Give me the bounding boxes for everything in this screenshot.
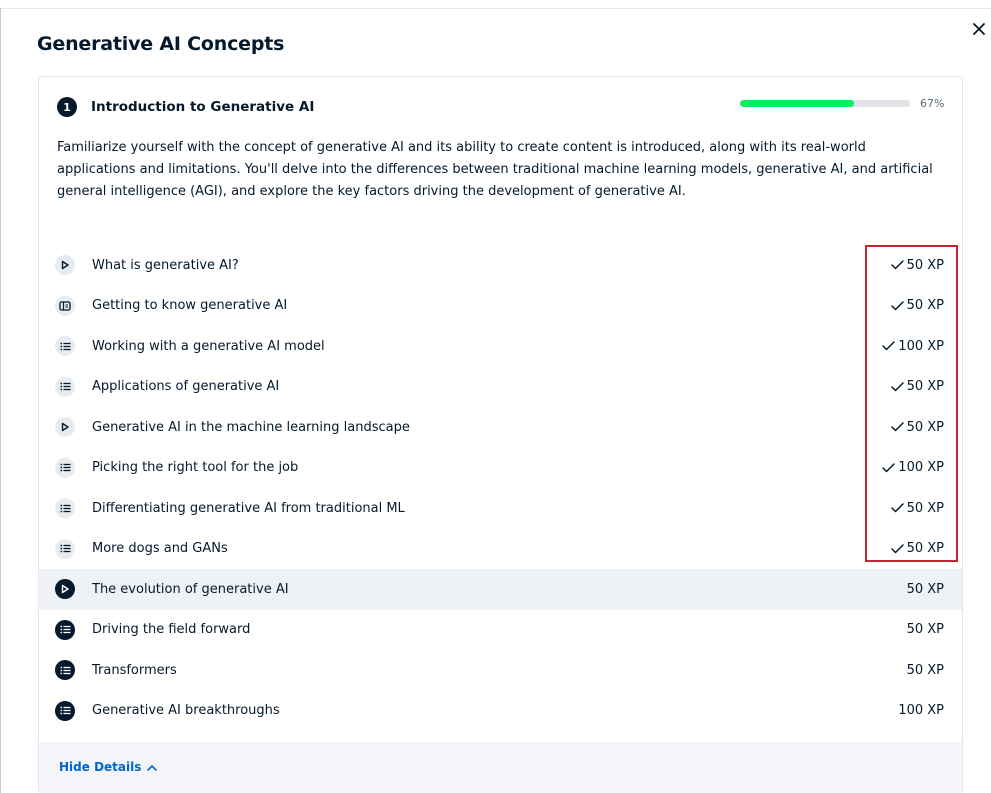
- hide-details-label: Hide Details: [59, 760, 142, 774]
- exercise-icon: [55, 498, 75, 519]
- lesson-xp: 50 XP: [907, 582, 944, 597]
- lesson-title: Generative AI in the machine learning la…: [92, 419, 410, 435]
- exercise-icon: [55, 538, 75, 559]
- lesson-title: Driving the field forward: [92, 622, 251, 638]
- video-icon: [55, 579, 75, 600]
- lesson-row[interactable]: Getting to know generative AI 50 XP: [39, 286, 962, 327]
- lesson-xp-value: 50 XP: [906, 662, 944, 678]
- lesson-xp-value: 50 XP: [906, 581, 944, 597]
- exercise-icon: [55, 700, 75, 721]
- slides-icon: [55, 295, 75, 316]
- exercise-icon: [55, 457, 75, 478]
- progress-percent-label: 67%: [920, 96, 945, 110]
- lesson-title: The evolution of generative AI: [92, 581, 289, 597]
- checkmark-icon: [890, 260, 904, 270]
- lesson-xp: 50 XP: [890, 257, 944, 273]
- lesson-xp: 50 XP: [890, 500, 944, 516]
- lesson-title: Applications of generative AI: [92, 379, 280, 395]
- lesson-title: Picking the right tool for the job: [92, 460, 299, 476]
- close-button[interactable]: [968, 17, 990, 41]
- lesson-xp: 50 XP: [890, 419, 944, 435]
- lesson-title: What is generative AI?: [92, 257, 239, 273]
- lesson-list: What is generative AI? 50 XP Getting to kn…: [39, 245, 962, 731]
- lesson-xp-value: 50 XP: [906, 379, 944, 395]
- lesson-row[interactable]: What is generative AI? 50 XP: [39, 245, 962, 286]
- close-icon: [973, 23, 985, 35]
- progress-fill: [740, 99, 854, 107]
- lesson-row[interactable]: Transformers 50 XP: [39, 650, 962, 691]
- lesson-xp: 100 XP: [898, 703, 944, 718]
- hide-details-button[interactable]: Hide Details: [59, 760, 158, 774]
- chapter-title: Introduction to Generative AI: [91, 99, 315, 115]
- exercise-icon: [55, 619, 75, 640]
- lesson-xp-value: 50 XP: [906, 622, 944, 638]
- lesson-row[interactable]: Applications of generative AI 50 XP: [39, 367, 962, 408]
- checkmark-icon: [890, 422, 904, 432]
- lesson-xp: 50 XP: [907, 663, 944, 678]
- lesson-xp: 100 XP: [882, 339, 944, 354]
- video-icon: [55, 255, 75, 276]
- checkmark-icon: [882, 463, 896, 473]
- modal-title: Generative AI Concepts: [37, 33, 285, 55]
- lesson-xp-value: 50 XP: [906, 500, 944, 516]
- lesson-xp-value: 100 XP: [898, 338, 944, 354]
- lesson-xp-value: 50 XP: [906, 541, 944, 557]
- lesson-title: Generative AI breakthroughs: [92, 703, 280, 719]
- lesson-row[interactable]: Generative AI breakthroughs 100 XP: [39, 691, 962, 732]
- lesson-xp: 100 XP: [882, 460, 944, 475]
- progress-track: [740, 99, 910, 107]
- exercise-icon: [55, 376, 75, 397]
- modal-left-border: [0, 8, 1, 793]
- checkmark-icon: [890, 503, 904, 513]
- checkmark-icon: [890, 382, 904, 392]
- chapter-progress: 67%: [740, 96, 945, 110]
- checkmark-icon: [890, 301, 904, 311]
- lesson-xp-value: 50 XP: [906, 419, 944, 435]
- lesson-title: Transformers: [92, 662, 177, 678]
- card-footer: Hide Details: [39, 742, 962, 793]
- chapter-header: 1 Introduction to Generative AI: [57, 97, 314, 117]
- video-icon: [55, 417, 75, 438]
- lesson-row[interactable]: More dogs and GANs 50 XP: [39, 529, 962, 570]
- lesson-row[interactable]: Picking the right tool for the job 100 XP: [39, 448, 962, 489]
- lesson-title: Getting to know generative AI: [92, 298, 288, 314]
- exercise-icon: [55, 660, 75, 681]
- chevron-up-icon: [147, 764, 158, 771]
- lesson-xp: 50 XP: [890, 541, 944, 557]
- lesson-row[interactable]: Differentiating generative AI from tradi…: [39, 488, 962, 529]
- lesson-xp: 50 XP: [890, 298, 944, 314]
- lesson-row[interactable]: Generative AI in the machine learning la…: [39, 407, 962, 448]
- chapter-number-badge: 1: [57, 97, 77, 117]
- lesson-xp-value: 100 XP: [898, 703, 944, 719]
- lesson-row[interactable]: Working with a generative AI model 100 XP: [39, 326, 962, 367]
- lesson-row[interactable]: The evolution of generative AI 50 XP: [39, 569, 962, 610]
- checkmark-icon: [890, 544, 904, 554]
- lesson-title: More dogs and GANs: [92, 541, 228, 557]
- modal-top-border: [0, 8, 991, 9]
- lesson-xp-value: 50 XP: [906, 257, 944, 273]
- lesson-xp-value: 100 XP: [898, 460, 944, 476]
- lesson-xp: 50 XP: [890, 379, 944, 395]
- exercise-icon: [55, 336, 75, 357]
- lesson-xp: 50 XP: [907, 622, 944, 637]
- chapter-description: Familiarize yourself with the concept of…: [57, 140, 933, 199]
- lesson-title: Working with a generative AI model: [92, 338, 325, 354]
- lesson-title: Differentiating generative AI from tradi…: [92, 500, 405, 516]
- lesson-xp-value: 50 XP: [906, 298, 944, 314]
- chapter-card: 1 Introduction to Generative AI 67% Fami…: [38, 76, 963, 793]
- checkmark-icon: [882, 341, 896, 351]
- lesson-row[interactable]: Driving the field forward 50 XP: [39, 610, 962, 651]
